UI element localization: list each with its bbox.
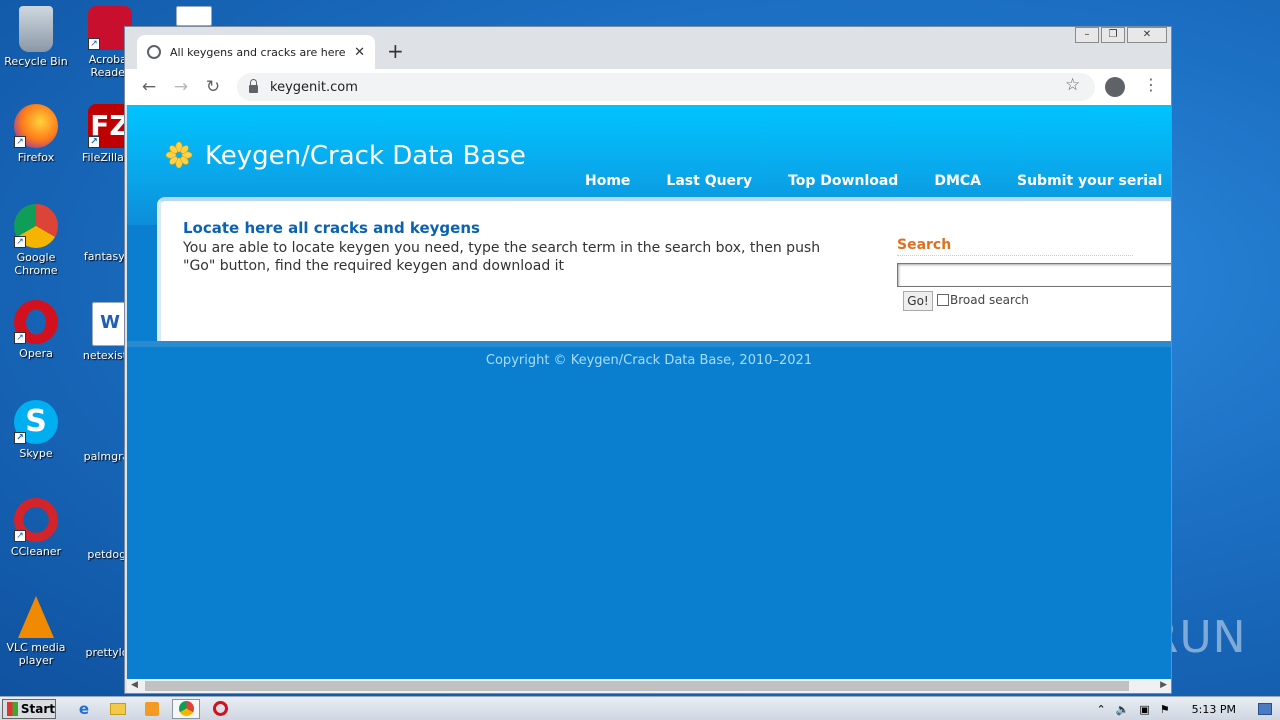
desktop-icon-vlc[interactable]: VLC media player: [0, 596, 72, 667]
taskbar-chrome[interactable]: [172, 698, 200, 719]
volume-icon[interactable]: 🔈: [1116, 703, 1130, 716]
vlc-cone-icon: [18, 596, 54, 638]
taskbar-explorer[interactable]: [104, 699, 132, 719]
show-hidden-icons-icon[interactable]: ⌃: [1096, 703, 1105, 716]
copyright-text: Copyright © Keygen/Crack Data Base, 2010…: [485, 353, 813, 368]
shortcut-arrow-icon: ↗: [14, 136, 26, 148]
document-icon: [176, 6, 212, 26]
desktop-icon-label: Google Chrome: [14, 251, 58, 277]
firefox-icon: ↗: [14, 104, 58, 148]
nav-last-query[interactable]: Last Query: [666, 173, 752, 189]
broad-search-label: Broad search: [950, 293, 1029, 307]
desktop-icon-ccleaner[interactable]: ↗ CCleaner: [0, 498, 72, 558]
menu-dots-icon[interactable]: ⋮: [1143, 75, 1159, 94]
media-player-icon: [145, 701, 159, 716]
start-label: Start: [20, 701, 55, 716]
desktop-icon-label: Opera: [19, 347, 53, 360]
shortcut-arrow-icon: ↗: [88, 136, 100, 148]
clock[interactable]: 5:13 PM: [1192, 703, 1236, 716]
chrome-icon: ↗: [14, 204, 58, 248]
desktop-icon-recycle-bin[interactable]: Recycle Bin: [0, 6, 72, 68]
search-label: Search: [897, 237, 1133, 256]
scroll-left-icon[interactable]: ◀: [131, 680, 138, 690]
shortcut-arrow-icon: ↗: [88, 38, 100, 50]
flower-logo-icon: [165, 141, 193, 169]
site-nav: Home Last Query Top Download DMCA Submit…: [585, 173, 1162, 189]
window-controls: – ❐ ✕: [1075, 27, 1167, 43]
go-button[interactable]: Go!: [903, 291, 933, 311]
desktop-icon-opera[interactable]: ↗ Opera: [0, 300, 72, 360]
desktop-icon-label: Firefox: [17, 151, 55, 164]
opera-icon: ↗: [14, 300, 58, 344]
page-viewport: Keygen/Crack Data Base Home Last Query T…: [127, 105, 1171, 679]
new-tab-button[interactable]: +: [387, 39, 404, 63]
restore-button[interactable]: ❐: [1101, 27, 1125, 43]
nav-top-download[interactable]: Top Download: [788, 173, 898, 189]
content-description: You are able to locate keygen you need, …: [183, 240, 821, 274]
bookmark-star-icon[interactable]: ☆: [1065, 75, 1080, 95]
desktop-icon-label: Recycle Bin: [4, 55, 68, 68]
shortcut-arrow-icon: ↗: [14, 332, 26, 344]
ccleaner-icon: ↗: [14, 498, 58, 542]
url-text: keygenit.com: [270, 79, 358, 95]
taskbar: Start e ⌃ 🔈 ▣ ⚑ 5:13 PM: [0, 696, 1280, 720]
start-button[interactable]: Start: [2, 698, 56, 719]
scroll-right-icon[interactable]: ▶: [1160, 680, 1167, 690]
internet-explorer-icon: e: [78, 699, 90, 718]
search-input[interactable]: [897, 263, 1171, 287]
tab-active[interactable]: All keygens and cracks are here ✕: [137, 35, 375, 69]
taskbar-opera[interactable]: [206, 699, 234, 719]
site-title: Keygen/Crack Data Base: [205, 141, 526, 171]
address-bar[interactable]: keygenit.com: [237, 73, 1095, 101]
network-icon[interactable]: ▣: [1139, 703, 1149, 716]
shortcut-arrow-icon: ↗: [14, 236, 26, 248]
broad-search-option[interactable]: Broad search: [937, 293, 1029, 307]
browser-toolbar: ← → ↻ keygenit.com ☆ ⋮: [125, 69, 1171, 105]
nav-submit-serial[interactable]: Submit your serial: [1017, 173, 1162, 189]
skype-icon: S ↗: [14, 400, 58, 444]
browser-window: – ❐ ✕ All keygens and cracks are here ✕ …: [124, 26, 1172, 694]
broad-search-checkbox[interactable]: [937, 294, 949, 306]
content-heading: Locate here all cracks and keygens: [183, 219, 480, 237]
globe-icon: [147, 45, 161, 59]
opera-icon: [212, 701, 228, 716]
desktop-icon-firefox[interactable]: ↗ Firefox: [0, 104, 72, 164]
back-arrow-icon[interactable]: ←: [133, 77, 165, 97]
action-center-flag-icon[interactable]: ⚑: [1160, 703, 1170, 716]
profile-avatar-icon[interactable]: [1105, 77, 1125, 97]
shortcut-arrow-icon: ↗: [14, 432, 26, 444]
taskbar-media-player[interactable]: [138, 699, 166, 719]
shortcut-arrow-icon: ↗: [14, 530, 26, 542]
forward-arrow-icon[interactable]: →: [165, 77, 197, 97]
desktop-icon-label: Skype: [19, 447, 53, 460]
scrollbar-thumb[interactable]: [145, 681, 1129, 691]
word-document-icon: W: [92, 302, 128, 346]
show-desktop-icon[interactable]: [1258, 703, 1272, 715]
content-box: Locate here all cracks and keygens You a…: [157, 197, 1171, 341]
minimize-button[interactable]: –: [1075, 27, 1099, 43]
chrome-icon: [178, 701, 194, 716]
close-window-button[interactable]: ✕: [1127, 27, 1167, 43]
tab-title: All keygens and cracks are here: [170, 45, 346, 59]
taskbar-ie[interactable]: e: [70, 699, 98, 719]
footer-divider: [127, 341, 1171, 347]
system-tray: ⌃ 🔈 ▣ ⚑ 5:13 PM: [1096, 697, 1280, 720]
horizontal-scrollbar[interactable]: ◀ ▶: [127, 679, 1171, 693]
desktop-icon-label: VLC media player: [6, 641, 66, 667]
lock-icon: [249, 79, 258, 93]
desktop-icon-label: CCleaner: [10, 545, 62, 558]
desktop-icon-skype[interactable]: S ↗ Skype: [0, 400, 72, 460]
desktop-icon-chrome[interactable]: ↗ Google Chrome: [0, 204, 72, 277]
tab-close-icon[interactable]: ✕: [354, 45, 365, 60]
windows-flag-icon: [7, 701, 18, 716]
folder-icon: [110, 702, 126, 715]
nav-home[interactable]: Home: [585, 173, 630, 189]
recycle-bin-icon: [19, 6, 53, 52]
reload-icon[interactable]: ↻: [197, 77, 229, 97]
nav-dmca[interactable]: DMCA: [934, 173, 981, 189]
